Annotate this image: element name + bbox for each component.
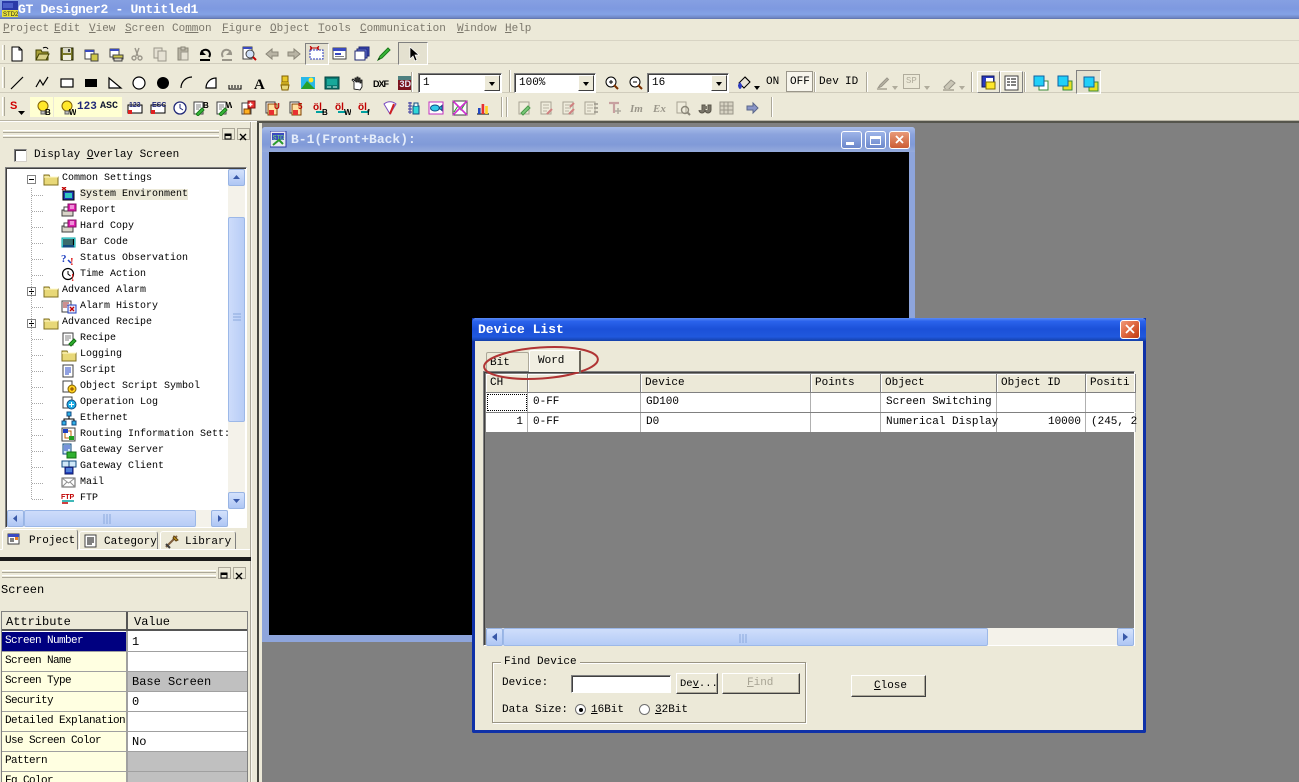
svg-text:!: ! bbox=[70, 256, 74, 267]
svg-text:W: W bbox=[226, 101, 232, 110]
svg-text:!: ! bbox=[71, 273, 74, 283]
svg-text:FTP: FTP bbox=[61, 494, 75, 501]
svg-text:3D: 3D bbox=[400, 79, 412, 89]
svg-text:W: W bbox=[69, 108, 76, 116]
svg-text:STD2: STD2 bbox=[3, 12, 19, 18]
svg-text:U: U bbox=[274, 102, 280, 111]
svg-text:B: B bbox=[203, 101, 209, 110]
svg-text:123: 123 bbox=[129, 102, 141, 109]
svg-text:?: ? bbox=[61, 253, 67, 265]
svg-text:f: f bbox=[367, 108, 370, 116]
svg-text:DXF: DXF bbox=[373, 79, 389, 89]
svg-text:5: 5 bbox=[298, 102, 303, 111]
svg-text:Im: Im bbox=[629, 103, 643, 115]
svg-text:ESC: ESC bbox=[152, 102, 166, 109]
svg-text:B: B bbox=[322, 108, 328, 116]
svg-text:W: W bbox=[344, 108, 351, 116]
svg-text:B: B bbox=[45, 108, 51, 116]
svg-text:Ex: Ex bbox=[652, 103, 666, 115]
svg-text:A: A bbox=[254, 77, 265, 91]
